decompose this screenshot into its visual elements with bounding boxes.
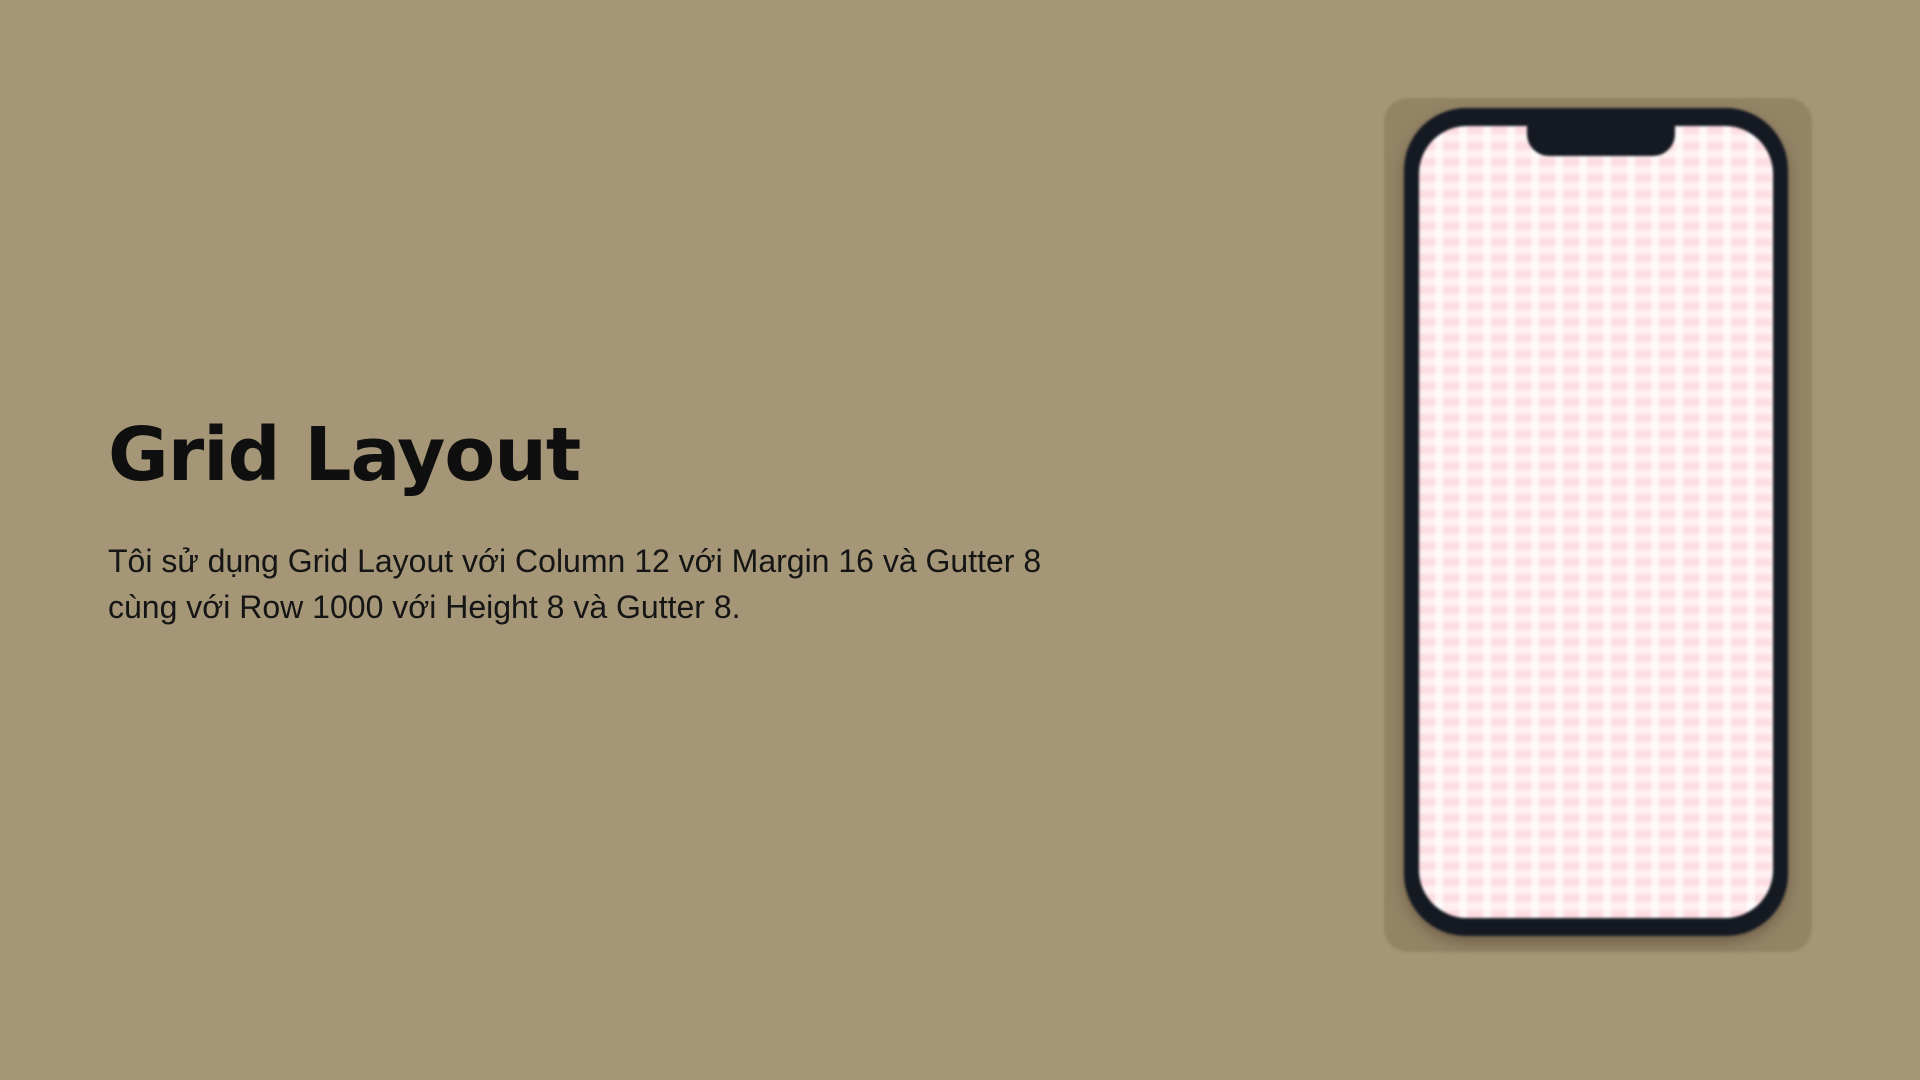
phone-mockup-image bbox=[1384, 98, 1812, 952]
phone-frame bbox=[1404, 108, 1788, 936]
phone-notch bbox=[1527, 126, 1675, 156]
grid-layout-overlay bbox=[1419, 126, 1773, 918]
slide-description: Tôi sử dụng Grid Layout với Column 12 vớ… bbox=[108, 543, 1042, 625]
text-block: Grid Layout Tôi sử dụng Grid Layout với … bbox=[108, 418, 1108, 630]
slide-title: Grid Layout bbox=[108, 412, 581, 498]
